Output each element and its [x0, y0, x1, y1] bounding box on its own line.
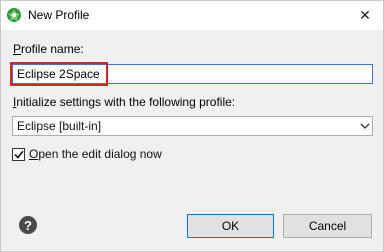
- open-edit-dialog-option[interactable]: Open the edit dialog now: [12, 147, 162, 161]
- open-edit-dialog-label: Open the edit dialog now: [29, 147, 162, 161]
- close-icon: ✕: [359, 7, 371, 23]
- checkmark-icon: [13, 150, 24, 159]
- profile-select[interactable]: Eclipse [built-in]: [12, 116, 373, 136]
- window-title: New Profile: [28, 8, 90, 22]
- open-edit-dialog-checkbox[interactable]: [12, 147, 25, 161]
- ok-button[interactable]: OK: [187, 214, 274, 238]
- profile-name-label: Profile name:: [13, 42, 84, 56]
- profile-name-input[interactable]: [12, 64, 373, 84]
- new-profile-dialog: New Profile ✕ Profile name: Initialize s…: [0, 0, 384, 252]
- eclipse-icon: [7, 8, 21, 22]
- chevron-down-icon[interactable]: [356, 117, 372, 135]
- initialize-settings-label: Initialize settings with the following p…: [13, 95, 236, 109]
- help-icon[interactable]: ?: [19, 216, 37, 234]
- title-bar: New Profile ✕: [1, 1, 383, 30]
- cancel-button[interactable]: Cancel: [283, 214, 372, 238]
- profile-select-value: Eclipse [built-in]: [17, 119, 102, 133]
- close-button[interactable]: ✕: [347, 1, 383, 30]
